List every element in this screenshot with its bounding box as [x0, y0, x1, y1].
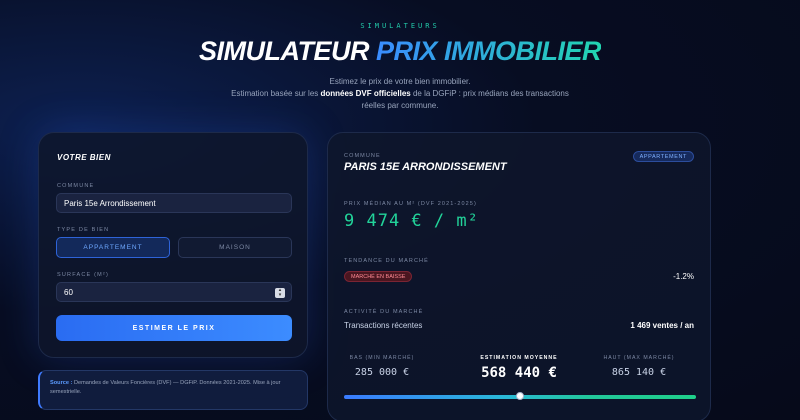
source-note: Source : Demandes de Valeurs Foncières (…	[38, 370, 308, 410]
type-option-appartement[interactable]: APPARTEMENT	[56, 237, 170, 258]
activity-text: Transactions récentes	[344, 321, 423, 330]
result-commune-label: COMMUNE	[344, 153, 381, 159]
range-high: HAUT (MAX MARCHÉ) 865 140 €	[584, 355, 694, 378]
range-mid-value: 568 440 €	[481, 365, 557, 381]
form-title: VOTRE BIEN	[57, 153, 111, 162]
stepper-icon[interactable]: ▴ ▾	[275, 288, 285, 298]
source-label: Source :	[50, 380, 73, 386]
title-part-2: PRIX IMMOBILIER	[376, 36, 602, 66]
range-mid-label: ESTIMATION MOYENNE	[480, 355, 558, 361]
subtitle-line-1: Estimez le prix de votre bien immobilier…	[329, 77, 471, 86]
commune-field[interactable]: Paris 15e Arrondissement	[56, 193, 292, 213]
range-high-value: 865 140 €	[611, 367, 667, 378]
surface-value: 60	[64, 287, 73, 297]
result-card: COMMUNE APPARTEMENT PARIS 15E ARRONDISSE…	[327, 132, 711, 420]
activity-value: 1 469 ventes / an	[630, 321, 694, 330]
subtitle-bold: données DVF officielles	[320, 89, 411, 98]
commune-value: Paris 15e Arrondissement	[64, 198, 156, 208]
range-mid: ESTIMATION MOYENNE 568 440 €	[464, 355, 574, 381]
trend-badge: MARCHÉ EN BAISSE	[344, 271, 413, 282]
price-value: 9 474 € / m²	[344, 211, 479, 231]
source-text: Demandes de Valeurs Foncières (DVF) — DG…	[50, 380, 281, 395]
eyebrow: SIMULATEURS	[360, 22, 440, 30]
subtitle-line-2: Estimation basée sur les données DVF off…	[220, 88, 580, 112]
range-low-label: BAS (MIN MARCHÉ)	[349, 355, 415, 361]
surface-input[interactable]: 60 ▴ ▾	[56, 282, 292, 302]
property-form-card: VOTRE BIEN COMMUNE Paris 15e Arrondissem…	[38, 132, 308, 358]
type-label: TYPE DE BIEN	[57, 227, 110, 233]
type-badge: APPARTEMENT	[632, 151, 694, 162]
trend-label: TENDANCE DU MARCHÉ	[344, 258, 429, 264]
subtitle-pre: Estimation basée sur les	[231, 89, 321, 98]
title-part-1: SIMULATEUR	[198, 36, 370, 66]
result-commune-name: PARIS 15E ARRONDISSEMENT	[344, 161, 507, 173]
price-label: PRIX MÉDIAN AU M² (DVF 2021-2025)	[344, 201, 477, 207]
range-low: BAS (MIN MARCHÉ) 285 000 €	[327, 355, 437, 378]
surface-label: SURFACE (M²)	[57, 272, 109, 278]
price-range-bar	[344, 392, 696, 400]
page-title: SIMULATEUR PRIX IMMOBILIER	[0, 36, 800, 67]
subtitle: Estimez le prix de votre bien immobilier…	[220, 76, 580, 112]
range-high-label: HAUT (MAX MARCHÉ)	[603, 355, 675, 361]
range-marker	[516, 392, 524, 400]
commune-label: COMMUNE	[57, 183, 95, 189]
activity-label: ACTIVITÉ DU MARCHÉ	[344, 309, 424, 315]
estimate-button[interactable]: ESTIMER LE PRIX	[56, 315, 292, 341]
trend-value: -1.2%	[673, 272, 694, 281]
range-low-value: 285 000 €	[354, 367, 410, 378]
type-option-maison[interactable]: MAISON	[178, 237, 292, 258]
